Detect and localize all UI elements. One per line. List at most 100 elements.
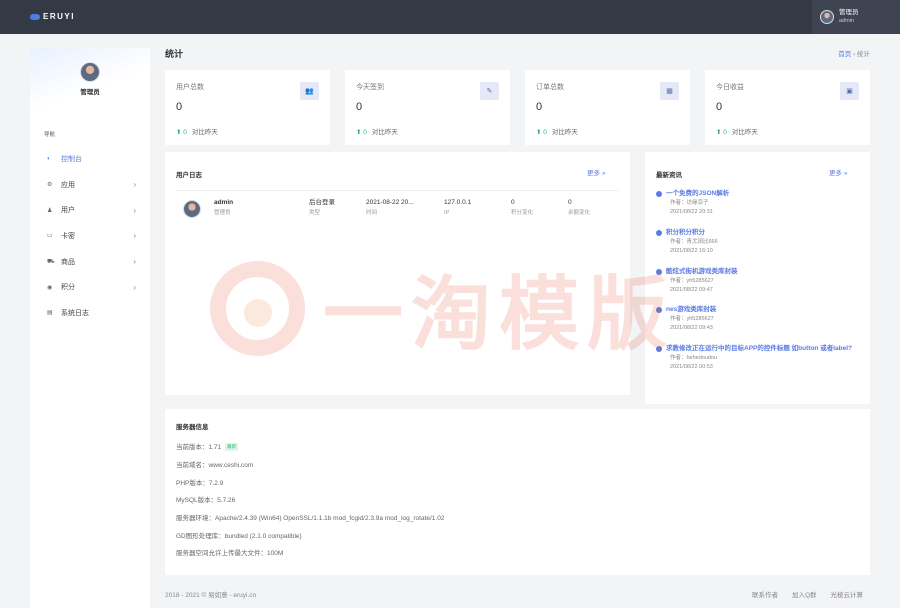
sidebar-avatar[interactable] xyxy=(80,62,100,82)
user-log-more-link[interactable]: 更多 » xyxy=(587,167,605,177)
brand-logo[interactable]: ERUYI xyxy=(30,12,75,21)
arrow-up-icon: ⬆ 0 xyxy=(716,129,727,136)
sidebar-item-goods[interactable]: ⛟ 商品 › xyxy=(30,249,150,275)
server-domain: 当前域名：www.ceshi.com xyxy=(176,462,254,469)
log-user-col: admin 管理员 xyxy=(214,199,234,216)
avatar xyxy=(183,199,201,218)
stat-compare: ⬆ 0 对比昨天 xyxy=(716,129,758,136)
server-env: 服务器环境：Apache/2.4.39 (Win64) OpenSSL/1.1.… xyxy=(176,515,445,522)
calendar-icon: ▦ xyxy=(660,82,679,100)
list-item[interactable]: 一个免费的JSON解析 作者：访缘凉子 2021/08/22 20:31 xyxy=(656,189,852,217)
log-balance-col: 0 余额变化 xyxy=(568,199,591,216)
users-icon: 👥 xyxy=(300,82,319,100)
news-card: 最新资讯 更多 » 一个免费的JSON解析 作者：访缘凉子 2021/08/22 2… xyxy=(645,152,870,404)
server-version: 当前版本：1.71 最新 xyxy=(176,443,239,451)
log-ip-col: 127.0.0.1 IP xyxy=(444,199,472,216)
stat-compare: ⬆ 0 对比昨天 xyxy=(536,129,578,136)
stat-title: 用户总数 xyxy=(176,84,204,91)
logo-icon xyxy=(30,13,40,20)
nav-heading: 导航 xyxy=(44,132,56,138)
sidebar-item-logs[interactable]: ▤ 系统日志 xyxy=(30,300,150,326)
bell-icon xyxy=(656,346,662,352)
sidebar-item-label: 用户 xyxy=(61,207,75,215)
log-points-col: 0 积分变化 xyxy=(511,199,534,216)
sidebar: 管理员 导航 ◐ 控制台 ⚙ 应用 › ♟ 用户 › ▭ 卡密 › ⛟ 商品 › ◉ 积分 › ▤ 系统… xyxy=(30,48,150,608)
server-php: PHP版本：7.2.9 xyxy=(176,480,224,487)
sidebar-item-cards[interactable]: ▭ 卡密 › xyxy=(30,223,150,249)
bell-icon xyxy=(656,307,662,313)
stat-value: 0 xyxy=(716,101,723,113)
double-chevron-right-icon: » xyxy=(843,170,848,177)
stat-value: 0 xyxy=(356,101,363,113)
money-icon: ▣ xyxy=(840,82,859,100)
log-time-col: 2021-08-22 20... 时间 xyxy=(366,199,414,216)
header-user-name: 管理员 xyxy=(839,9,859,16)
stat-card-revenue: 今日收益 ▣ 0 ⬆ 0 对比昨天 xyxy=(705,70,870,145)
footer-link-qq-group[interactable]: 加入Q群 xyxy=(792,589,817,599)
points-icon: ◉ xyxy=(47,284,53,291)
sidebar-item-label: 系统日志 xyxy=(61,309,89,317)
news-title: 最新资讯 xyxy=(656,172,682,179)
server-mysql: MySQL版本：5.7.26 xyxy=(176,497,236,504)
footer-copyright: 2018 - 2021 © 易如意 - eruyi.cn xyxy=(165,592,257,599)
sidebar-item-dashboard[interactable]: ◐ 控制台 xyxy=(30,146,150,172)
stat-card-users: 用户总数 👥 0 ⬆ 0 对比昨天 xyxy=(165,70,330,145)
stat-compare: ⬆ 0 对比昨天 xyxy=(356,129,398,136)
bell-icon xyxy=(656,191,662,197)
sidebar-item-users[interactable]: ♟ 用户 › xyxy=(30,197,150,223)
arrow-up-icon: ⬆ 0 xyxy=(176,129,187,136)
log-icon: ▤ xyxy=(47,310,53,317)
user-log-title: 用户日志 xyxy=(176,172,202,179)
breadcrumb-home[interactable]: 首页 xyxy=(838,51,851,58)
footer-link-contact[interactable]: 联系作者 xyxy=(752,589,778,599)
sidebar-item-label: 卡密 xyxy=(61,232,75,240)
app-icon: ⚙ xyxy=(47,182,53,189)
sidebar-item-apps[interactable]: ⚙ 应用 › xyxy=(30,172,150,198)
log-type-col: 后台登录 类型 xyxy=(309,199,335,216)
dashboard-icon: ◐ xyxy=(47,155,51,162)
stat-compare: ⬆ 0 对比昨天 xyxy=(176,129,218,136)
sidebar-item-points[interactable]: ◉ 积分 › xyxy=(30,274,150,300)
footer-links: 联系作者 加入Q群 光棱云计算 xyxy=(752,589,863,599)
sidebar-item-label: 应用 xyxy=(61,181,75,189)
user-menu[interactable]: 管理员 admin xyxy=(812,0,900,34)
footer-link-cloud[interactable]: 光棱云计算 xyxy=(831,589,864,599)
top-bar: ERUYI 管理员 admin xyxy=(0,0,900,34)
chevron-right-icon: › xyxy=(133,282,136,292)
sidebar-item-label: 控制台 xyxy=(61,155,82,163)
chevron-right-icon: › xyxy=(133,231,136,241)
page-title: 统计 xyxy=(165,49,184,59)
sidebar-item-label: 商品 xyxy=(61,258,75,266)
list-item[interactable]: nes游戏类库封装 作者：yh5285627 2021/08/22 09:43 xyxy=(656,305,852,333)
checkin-icon: ✎ xyxy=(480,82,499,100)
sidebar-user-name: 管理员 xyxy=(80,89,100,96)
stat-card-orders: 订单总数 ▦ 0 ⬆ 0 对比昨天 xyxy=(525,70,690,145)
brand-name: ERUYI xyxy=(43,12,75,21)
arrow-up-icon: ⬆ 0 xyxy=(536,129,547,136)
avatar xyxy=(820,10,834,24)
stat-title: 今日收益 xyxy=(716,84,744,91)
bell-icon xyxy=(656,269,662,275)
header-user-role: admin xyxy=(839,18,854,24)
stat-value: 0 xyxy=(536,101,543,113)
server-info-title: 服务器信息 xyxy=(176,424,209,431)
news-more-link[interactable]: 更多 » xyxy=(829,167,847,177)
card-icon: ▭ xyxy=(47,233,53,240)
list-item[interactable]: 酷炫式街机游戏类库封装 作者：yh5285627 2021/08/22 09:47 xyxy=(656,267,852,295)
bell-icon xyxy=(656,230,662,236)
cart-icon: ⛟ xyxy=(47,258,55,265)
double-chevron-right-icon: » xyxy=(601,170,606,177)
list-item[interactable]: 积分积分积分 作者：青尤阔比666 2021/08/22 16:10 xyxy=(656,228,852,256)
list-item[interactable]: 求教修改正在运行中的目标APP的控件标题 如button 或者label? 作者：… xyxy=(656,344,852,372)
server-upload: 服务器空间允许上传最大文件：100M xyxy=(176,550,284,557)
breadcrumb: 首页 › 统计 xyxy=(838,48,870,58)
table-row: admin 管理员 后台登录 类型 2021-08-22 20... 时间 127.0… xyxy=(176,190,618,226)
sidebar-profile: 管理员 xyxy=(30,48,150,112)
stat-title: 订单总数 xyxy=(536,84,564,91)
stat-value: 0 xyxy=(176,101,183,113)
chevron-right-icon: › xyxy=(133,257,136,267)
stat-card-checkin: 今天签到 ✎ 0 ⬆ 0 对比昨天 xyxy=(345,70,510,145)
arrow-up-icon: ⬆ 0 xyxy=(356,129,367,136)
user-log-card: 用户日志 更多 » admin 管理员 后台登录 类型 2021-08-22 20.… xyxy=(165,152,630,395)
chevron-right-icon: › xyxy=(133,205,136,215)
